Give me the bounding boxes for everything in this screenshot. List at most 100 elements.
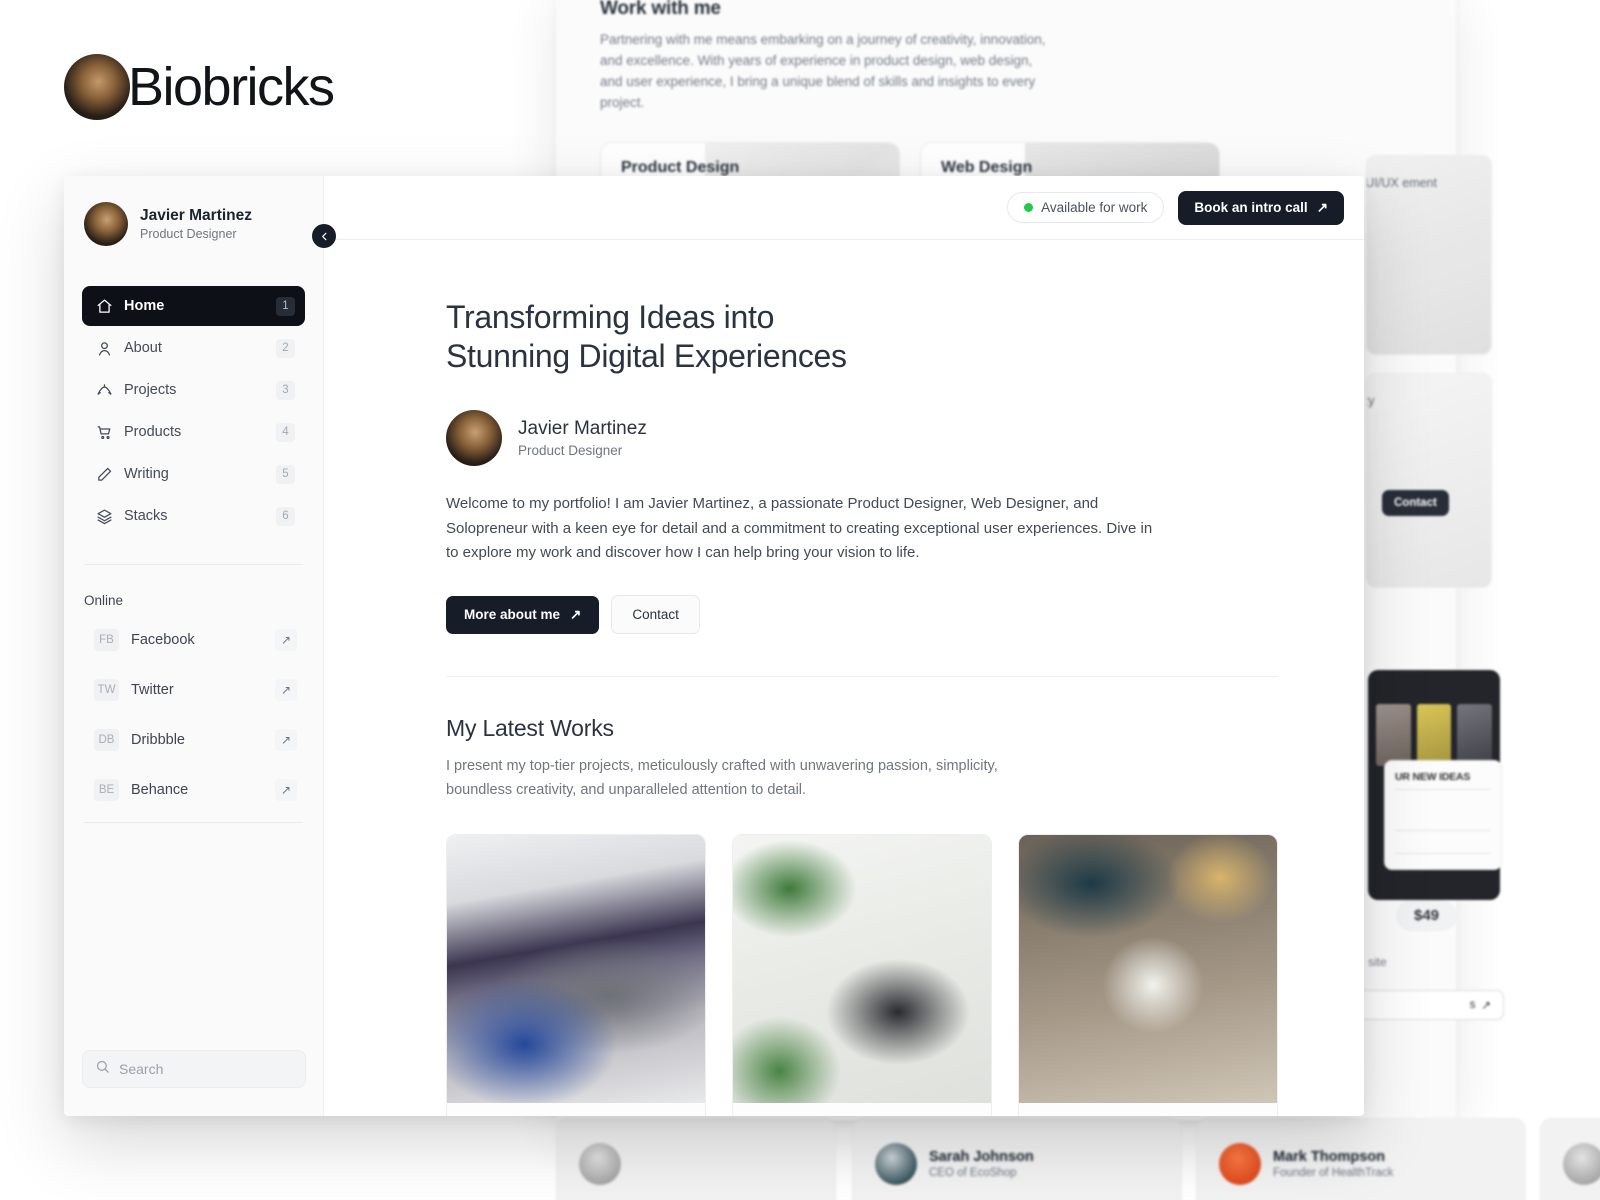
- background-outline-button[interactable]: s ↗: [1356, 990, 1504, 1020]
- testimonial-card: [1540, 1118, 1600, 1200]
- hero-author-role: Product Designer: [518, 442, 623, 458]
- avatar: [875, 1142, 917, 1185]
- availability-badge: Available for work: [1007, 192, 1165, 223]
- sidebar-item-label: Products: [124, 424, 182, 440]
- sidebar-profile-name: Javier Martinez: [140, 206, 252, 224]
- chevron-left-icon: [321, 232, 326, 240]
- work-card-body: [733, 1102, 991, 1116]
- sidebar-item-label: Projects: [124, 382, 177, 398]
- sidebar-divider: [84, 822, 303, 823]
- sidebar-item-badge: 3: [276, 380, 295, 400]
- section-divider: [446, 676, 1278, 678]
- social-link-label: Dribbble: [131, 732, 185, 748]
- social-link-twitter[interactable]: TW Twitter ↗: [82, 672, 305, 708]
- background-price-caption: site: [1368, 955, 1387, 969]
- search-box[interactable]: Search: [82, 1050, 306, 1088]
- work-card[interactable]: [446, 833, 706, 1116]
- hero-author: Javier Martinez Product Designer: [446, 410, 1278, 467]
- social-link-label: Facebook: [131, 632, 195, 648]
- sidebar-nav: Home 1 About 2 Projects 3 Products 4 Wri…: [82, 286, 305, 536]
- background-feature-text: ctional esign, UI/UX ement: [1366, 176, 1437, 190]
- testimonial-role: CEO of EcoShop: [929, 1166, 1017, 1179]
- social-link-dribbble[interactable]: DB Dribbble ↗: [82, 722, 305, 758]
- testimonial-role: Founder of HealthTrack: [1273, 1166, 1394, 1179]
- work-card[interactable]: [732, 833, 992, 1116]
- sidebar-item-badge: 6: [276, 506, 295, 526]
- divider: [1395, 853, 1491, 854]
- background-outline-button-label: s: [1469, 999, 1476, 1011]
- sidebar-item-badge: 1: [276, 296, 295, 316]
- cart-icon: [94, 422, 114, 442]
- portrait-avatar-icon: [64, 54, 130, 120]
- arrow-up-right-icon: ↗: [1481, 1000, 1491, 1012]
- sidebar-profile[interactable]: Javier Martinez Product Designer: [82, 176, 305, 246]
- hero-actions: More about me ↗ Contact: [446, 595, 1278, 635]
- search-input[interactable]: Search: [119, 1061, 163, 1077]
- work-card-image: [447, 834, 705, 1103]
- sidebar-item-about[interactable]: About 2: [82, 328, 305, 368]
- testimonial-card: Sarah Johnson CEO of EcoShop: [852, 1118, 1182, 1200]
- sidebar-item-label: Stacks: [124, 508, 168, 524]
- work-card-body: [1019, 1102, 1277, 1116]
- background-section-title: Work with me: [600, 0, 721, 19]
- background-feature-card: gital n, usability: [1366, 373, 1492, 588]
- sidebar-item-badge: 4: [276, 422, 295, 442]
- background-price-badge: $49: [1396, 900, 1458, 931]
- sidebar-item-products[interactable]: Products 4: [82, 412, 305, 452]
- more-about-me-button[interactable]: More about me ↗: [446, 595, 600, 634]
- sidebar-item-label: About: [124, 340, 162, 356]
- status-dot-icon: [1024, 203, 1034, 212]
- testimonial-card: Mark Thompson Founder of HealthTrack: [1196, 1118, 1526, 1200]
- more-about-me-label: More about me: [464, 607, 561, 623]
- dribbble-tag-icon: DB: [94, 729, 119, 751]
- sidebar-item-writing[interactable]: Writing 5: [82, 454, 305, 494]
- background-thumb: [1416, 704, 1452, 766]
- sidebar-item-home[interactable]: Home 1: [82, 286, 305, 326]
- arrow-up-right-icon: ↗: [275, 679, 297, 701]
- work-card-image: [733, 834, 991, 1103]
- brand-logo: Biobricks: [64, 54, 335, 120]
- social-link-facebook[interactable]: FB Facebook ↗: [82, 622, 305, 658]
- contact-button[interactable]: Contact: [611, 595, 700, 635]
- pencil-icon: [94, 464, 114, 484]
- search-icon: [95, 1059, 110, 1079]
- book-intro-call-button[interactable]: Book an intro call ↗: [1178, 190, 1344, 225]
- sidebar: Javier Martinez Product Designer Home 1: [64, 176, 336, 1116]
- works-cards: [446, 833, 1278, 1116]
- avatar: [579, 1142, 621, 1185]
- sidebar-item-badge: 2: [276, 338, 295, 358]
- background-testimonials: Sarah Johnson CEO of EcoShop Mark Thomps…: [556, 1118, 1600, 1200]
- user-icon: [94, 338, 114, 358]
- background-promo-card: UR NEW IDEAS: [1384, 760, 1502, 870]
- background-card-title: Web Design: [941, 158, 1033, 176]
- work-card[interactable]: [1018, 833, 1278, 1116]
- background-contact-button[interactable]: Contact: [1382, 490, 1449, 516]
- background-card-title: Product Design: [621, 158, 740, 176]
- page-title-line2: Stunning Digital Experiences: [446, 338, 847, 375]
- behance-tag-icon: BE: [94, 779, 119, 801]
- arrow-up-right-icon: ↗: [275, 629, 297, 651]
- background-feature-text: gital n, usability: [1367, 394, 1375, 408]
- page-title-line1: Transforming Ideas into: [446, 299, 775, 335]
- hero-author-name: Javier Martinez: [518, 418, 647, 440]
- layers-icon: [94, 506, 114, 526]
- screen: Work with me Partnering with me means em…: [0, 0, 1600, 1200]
- testimonial-name: Sarah Johnson: [929, 1149, 1034, 1166]
- sidebar-social-links: FB Facebook ↗ TW Twitter ↗ DB Dribbble ↗…: [82, 622, 305, 808]
- sidebar-divider: [84, 564, 303, 565]
- sidebar-item-label: Home: [124, 298, 165, 314]
- portrait-avatar-icon: [446, 410, 502, 467]
- background-thumb: [1376, 704, 1411, 766]
- sidebar-collapse-button[interactable]: [312, 224, 336, 248]
- home-icon: [94, 296, 114, 316]
- projects-icon: [94, 380, 114, 400]
- social-link-behance[interactable]: BE Behance ↗: [82, 772, 305, 808]
- background-feature-card: ctional esign, UI/UX ement: [1366, 155, 1492, 355]
- facebook-tag-icon: FB: [94, 629, 119, 651]
- arrow-up-right-icon: ↗: [1316, 199, 1328, 215]
- sidebar-item-projects[interactable]: Projects 3: [82, 370, 305, 410]
- avatar: [1219, 1142, 1261, 1185]
- sidebar-item-stacks[interactable]: Stacks 6: [82, 496, 305, 536]
- avatar: [1563, 1142, 1600, 1185]
- sidebar-profile-role: Product Designer: [140, 226, 237, 241]
